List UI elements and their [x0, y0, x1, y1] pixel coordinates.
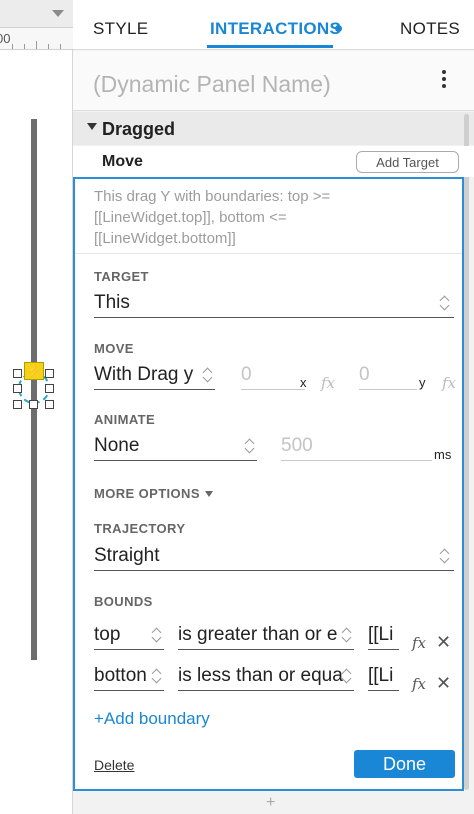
move-y-value: 0: [359, 364, 370, 385]
resize-handle[interactable]: [13, 369, 22, 378]
tab-bar: STYLE INTERACTIONS NOTES: [73, 0, 474, 50]
event-name: Dragged: [102, 119, 176, 139]
lightning-icon[interactable]: ⚡: [24, 362, 44, 380]
ruler-label: 00: [0, 31, 11, 46]
canvas-toolbar: [0, 0, 73, 28]
scrollbar[interactable]: [464, 114, 469, 790]
panel-footer: +: [73, 794, 474, 814]
bound-edge-value: botton: [94, 665, 147, 686]
fx-icon[interactable]: fx: [442, 374, 456, 392]
bound-value-input[interactable]: [[Li: [368, 624, 399, 650]
tab-style[interactable]: STYLE: [93, 19, 148, 39]
move-x-value: 0: [241, 364, 252, 385]
resize-handle[interactable]: [45, 384, 54, 393]
caret-down-icon[interactable]: [87, 123, 97, 130]
resize-handle[interactable]: [13, 400, 22, 409]
trajectory-select[interactable]: Straight: [94, 545, 454, 571]
add-boundary-link[interactable]: +Add boundary: [94, 709, 210, 729]
animate-label: ANIMATE: [94, 412, 156, 427]
animate-easing-select[interactable]: None: [94, 435, 257, 461]
select-arrows-icon: [341, 665, 353, 687]
target-value: This: [94, 292, 130, 313]
resize-handle[interactable]: [29, 400, 38, 409]
close-icon[interactable]: ✕: [436, 632, 451, 653]
select-arrows-icon: [202, 364, 214, 386]
ruler-tick: [12, 44, 13, 49]
move-y-unit: y: [419, 375, 426, 390]
move-mode-select[interactable]: With Drag y: [94, 364, 215, 390]
interactions-panel: STYLE INTERACTIONS NOTES (Dynamic Panel …: [73, 0, 474, 814]
active-tab-underline: [207, 45, 333, 48]
ruler-tick: [36, 41, 37, 49]
tab-interactions[interactable]: INTERACTIONS: [210, 19, 341, 39]
bound-edge-select[interactable]: top: [94, 624, 164, 650]
move-x-input[interactable]: 0: [241, 364, 305, 390]
action-summary: This drag Y with boundaries: top >= [[Li…: [94, 188, 331, 247]
ruler-tick: [48, 44, 49, 49]
animate-duration-unit: ms: [434, 447, 452, 462]
canvas-area[interactable]: 00 ⚡: [0, 0, 73, 814]
move-action-editor: This drag Y with boundaries: top >= [[Li…: [73, 177, 464, 791]
trajectory-value: Straight: [94, 545, 160, 566]
active-indicator-dot-icon: [335, 25, 342, 32]
bound-operator-value: is greater than or e: [178, 624, 338, 645]
action-header: Move Add Target: [73, 146, 474, 177]
trajectory-label: TRAJECTORY: [94, 521, 186, 536]
bound-operator-value: is less than or equa: [178, 665, 343, 686]
more-options-toggle[interactable]: MORE OPTIONS: [94, 486, 200, 501]
move-y-input[interactable]: 0: [359, 364, 417, 390]
bound-edge-select[interactable]: botton: [94, 665, 164, 691]
fx-icon[interactable]: fx: [412, 675, 426, 693]
ruler: 00: [0, 28, 73, 50]
select-arrows-icon: [439, 545, 451, 567]
add-icon[interactable]: +: [266, 794, 275, 812]
target-select[interactable]: This: [94, 292, 454, 318]
animate-duration-input[interactable]: 500: [281, 435, 432, 461]
bounds-label: BOUNDS: [94, 594, 153, 609]
done-button[interactable]: Done: [354, 750, 455, 778]
bound-value: [[Li: [368, 665, 394, 686]
caret-down-icon[interactable]: [205, 491, 213, 497]
fx-icon[interactable]: fx: [412, 634, 426, 652]
resize-handle[interactable]: [13, 384, 22, 393]
event-header[interactable]: Dragged: [73, 112, 474, 145]
target-label: TARGET: [94, 269, 149, 284]
resize-handle[interactable]: [45, 369, 54, 378]
move-mode-value: With Drag y: [94, 364, 194, 385]
select-arrows-icon: [151, 624, 163, 646]
add-target-button[interactable]: Add Target: [356, 151, 459, 173]
delete-link[interactable]: Delete: [94, 757, 134, 773]
select-arrows-icon: [439, 292, 451, 314]
bound-operator-select[interactable]: is greater than or e: [178, 624, 354, 650]
select-arrows-icon: [244, 435, 256, 457]
bound-value: [[Li: [368, 624, 394, 645]
bound-edge-value: top: [94, 624, 121, 645]
divider: [75, 253, 462, 254]
resize-handle[interactable]: [45, 400, 54, 409]
chevron-down-icon[interactable]: [52, 10, 64, 17]
animate-easing-value: None: [94, 435, 140, 456]
panel-name-row: (Dynamic Panel Name): [73, 51, 474, 111]
select-arrows-icon: [341, 624, 353, 646]
ruler-tick: [24, 44, 25, 49]
move-x-unit: x: [300, 375, 307, 390]
close-icon[interactable]: ✕: [436, 673, 451, 694]
animate-duration-value: 500: [281, 435, 313, 456]
fx-icon[interactable]: fx: [321, 374, 335, 392]
ruler-tick: [60, 44, 61, 49]
tab-notes[interactable]: NOTES: [400, 19, 460, 39]
bound-value-input[interactable]: [[Li: [368, 665, 399, 691]
select-arrows-icon: [151, 665, 163, 687]
bound-operator-select[interactable]: is less than or equa: [178, 665, 354, 691]
action-name: Move: [102, 153, 143, 170]
panel-name-field[interactable]: (Dynamic Panel Name): [93, 71, 331, 98]
more-vertical-icon[interactable]: [441, 70, 447, 90]
move-label: MOVE: [94, 341, 134, 356]
